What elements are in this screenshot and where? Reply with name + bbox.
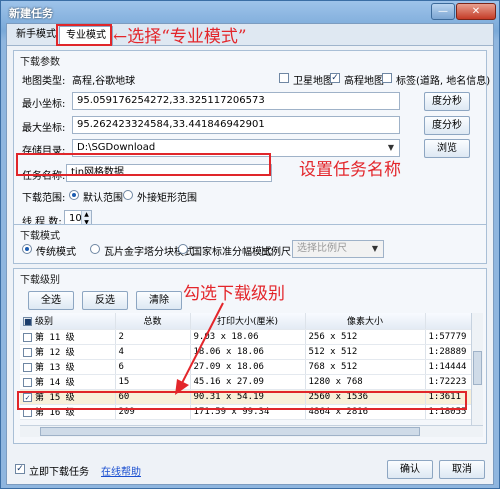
ok-button[interactable]: 确认 xyxy=(387,460,433,479)
row-scale: 1:28889 xyxy=(428,346,467,357)
col-level: 级别 xyxy=(35,317,54,328)
row-pixel-size: 2560 x 1536 xyxy=(308,391,369,402)
col-scale xyxy=(425,313,472,330)
chevron-down-icon[interactable]: ▼ xyxy=(369,242,381,256)
download-mode-title: 下载模式 xyxy=(20,231,60,242)
range-default-label: 默认范围 xyxy=(83,193,123,204)
annotation-pro-mode: ←选择“专业模式” xyxy=(113,27,247,47)
max-coord-label: 最大坐标: xyxy=(22,123,66,134)
save-dir-label: 存储目录: xyxy=(22,146,66,157)
map-type-label: 地图类型: xyxy=(22,76,66,87)
row-checkbox[interactable] xyxy=(23,378,32,387)
elevation-map-checkbox[interactable]: ✓ xyxy=(330,73,340,83)
download-levels-title: 下载级别 xyxy=(20,275,60,286)
save-dir-value: D:\SGDownload xyxy=(77,142,156,153)
row-pixel-size: 4864 x 2816 xyxy=(308,406,369,417)
mode-pyramid-radio[interactable] xyxy=(90,244,100,254)
mode-national-label: 国家标准分幅模式 xyxy=(192,247,272,258)
labels-checkbox[interactable] xyxy=(382,73,392,83)
minimize-button[interactable]: — xyxy=(431,3,455,20)
row-checkbox[interactable] xyxy=(23,408,32,417)
row-scale: 1:14444 xyxy=(428,361,467,372)
levels-vertical-scrollbar[interactable] xyxy=(471,313,483,425)
table-row[interactable]: 第 16 级 209 171.59 x 99.34 4864 x 2816 1:1805… xyxy=(20,404,472,420)
max-coord-input[interactable]: 95.262423324584,33.441846942901 xyxy=(72,116,400,134)
chevron-down-icon[interactable]: ▼ xyxy=(385,141,397,155)
window-title: 新建任务 xyxy=(9,7,53,20)
tab-pro-mode[interactable]: 专业模式 xyxy=(59,26,113,46)
row-level: 第 15 级 xyxy=(35,393,75,403)
row-checkbox[interactable] xyxy=(23,348,32,357)
mode-traditional-label: 传统模式 xyxy=(36,247,76,258)
close-button[interactable]: ✕ xyxy=(456,3,496,20)
scrollbar-thumb[interactable] xyxy=(473,351,482,385)
min-coord-input[interactable]: 95.059176254272,33.325117206573 xyxy=(72,92,400,110)
download-now-checkbox[interactable]: ✓ xyxy=(15,464,25,474)
hscrollbar-thumb[interactable] xyxy=(40,427,420,436)
row-scale: 1:57779 xyxy=(428,331,467,342)
annotation-arrow xyxy=(175,302,224,395)
row-total: 60 xyxy=(118,391,130,402)
range-default-radio[interactable] xyxy=(69,190,79,200)
task-name-input[interactable]: tin网格数据 xyxy=(66,164,272,182)
row-scale: 1:3611 xyxy=(428,391,462,402)
annotation-task-name: 设置任务名称 xyxy=(299,160,401,180)
cancel-button[interactable]: 取消 xyxy=(439,460,485,479)
download-params-group: 下载参数 地图类型: 高程,谷歌地球 卫星地图 ✓ 高程地图 标签(道路, 地名… xyxy=(13,50,491,238)
row-pixel-size: 768 x 512 xyxy=(308,361,358,372)
row-checkbox[interactable] xyxy=(23,333,32,342)
row-level: 第 14 级 xyxy=(35,378,75,388)
mode-national-radio[interactable] xyxy=(178,244,188,254)
row-checkbox[interactable]: ✓ xyxy=(23,393,32,402)
row-scale: 1:72223 xyxy=(428,376,467,387)
row-total: 6 xyxy=(118,361,124,372)
max-coord-dms-button[interactable]: 度分秒 xyxy=(424,116,470,135)
col-pixel-size: 像素大小 xyxy=(305,313,426,330)
download-params-title: 下载参数 xyxy=(20,57,60,68)
row-scale: 1:18055 xyxy=(428,406,467,417)
row-total: 2 xyxy=(118,331,124,342)
download-mode-group: 下载模式 传统模式 瓦片金字塔分块模式 国家标准分幅模式 比例尺: 选择比例尺 … xyxy=(13,224,487,264)
row-level: 第 13 级 xyxy=(35,363,75,373)
scale-select[interactable]: 选择比例尺 ▼ xyxy=(292,240,384,258)
row-print-size: 171.59 x 99.34 xyxy=(193,406,270,417)
select-all-button[interactable]: 全选 xyxy=(28,291,74,310)
download-now-label: 立即下载任务 xyxy=(29,467,89,478)
levels-horizontal-scrollbar[interactable] xyxy=(20,425,483,437)
row-total: 15 xyxy=(118,376,130,387)
threads-value: 10 xyxy=(69,213,82,224)
tab-beginner-mode[interactable]: 新手模式 xyxy=(10,26,62,45)
row-level: 第 16 级 xyxy=(35,408,75,418)
header-checkbox[interactable]: ■ xyxy=(23,317,32,327)
scale-placeholder: 选择比例尺 xyxy=(297,243,347,254)
browse-button[interactable]: 浏览 xyxy=(424,139,470,158)
row-level: 第 11 级 xyxy=(35,333,75,343)
mode-tabs: 新手模式 专业模式 xyxy=(7,24,493,46)
mode-traditional-radio[interactable] xyxy=(22,244,32,254)
min-coord-dms-button[interactable]: 度分秒 xyxy=(424,92,470,111)
row-checkbox[interactable] xyxy=(23,363,32,372)
min-coord-label: 最小坐标: xyxy=(22,99,66,110)
row-total: 4 xyxy=(118,346,124,357)
range-bbox-radio[interactable] xyxy=(123,190,133,200)
elevation-map-label: 高程地图 xyxy=(344,76,384,87)
row-pixel-size: 512 x 512 xyxy=(308,346,358,357)
row-pixel-size: 256 x 512 xyxy=(308,331,358,342)
row-pixel-size: 1280 x 768 xyxy=(308,376,363,387)
online-help-link[interactable]: 在线帮助 xyxy=(101,463,141,478)
new-task-dialog: 新建任务 — ✕ 新手模式 专业模式 ←选择“专业模式” 下载参数 地图类型: … xyxy=(0,0,500,489)
satellite-map-label: 卫星地图 xyxy=(293,76,333,87)
range-bbox-label: 外接矩形范围 xyxy=(137,193,197,204)
invert-selection-button[interactable]: 反选 xyxy=(82,291,128,310)
dialog-body: 新手模式 专业模式 ←选择“专业模式” 下载参数 地图类型: 高程,谷歌地球 卫… xyxy=(6,23,494,485)
task-name-label: 任务名称: xyxy=(22,171,66,182)
row-level: 第 12 级 xyxy=(35,348,75,358)
satellite-map-checkbox[interactable] xyxy=(279,73,289,83)
map-type-value: 高程,谷歌地球 xyxy=(72,76,136,87)
download-range-label: 下载范围: xyxy=(22,193,66,204)
labels-label: 标签(道路, 地名信息) xyxy=(396,76,491,87)
row-total: 209 xyxy=(118,406,135,417)
title-bar[interactable]: 新建任务 — ✕ xyxy=(1,1,499,23)
scale-label: 比例尺: xyxy=(261,247,295,258)
